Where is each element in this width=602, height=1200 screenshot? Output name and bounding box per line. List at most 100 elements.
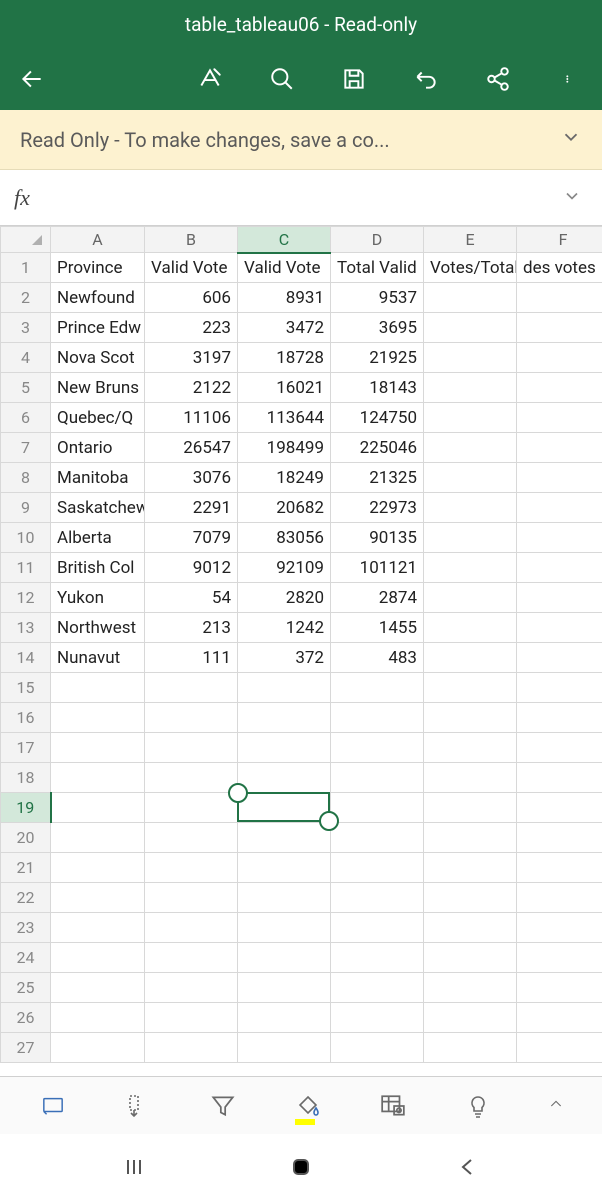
cell-A6[interactable]: Quebec/Q xyxy=(51,403,145,433)
cell-D20[interactable] xyxy=(331,823,424,853)
cell-C14[interactable]: 372 xyxy=(238,643,331,673)
cell-D23[interactable] xyxy=(331,913,424,943)
cell-F16[interactable] xyxy=(517,703,602,733)
cell-C18[interactable] xyxy=(238,763,331,793)
cell-B15[interactable] xyxy=(145,673,238,703)
cell-A16[interactable] xyxy=(51,703,145,733)
row-header-20[interactable]: 20 xyxy=(1,823,51,853)
cell-D16[interactable] xyxy=(331,703,424,733)
cell-A3[interactable]: Prince Edw xyxy=(51,313,145,343)
cell-F24[interactable] xyxy=(517,943,602,973)
spreadsheet[interactable]: ABCDEF1ProvinceValid VoteValid VoteTotal… xyxy=(0,226,602,1076)
cell-E9[interactable] xyxy=(424,493,517,523)
row-header-22[interactable]: 22 xyxy=(1,883,51,913)
row-header-15[interactable]: 15 xyxy=(1,673,51,703)
cell-C7[interactable]: 198499 xyxy=(238,433,331,463)
cell-A13[interactable]: Northwest xyxy=(51,613,145,643)
insert-button[interactable] xyxy=(123,1091,153,1121)
cell-C13[interactable]: 1242 xyxy=(238,613,331,643)
cell-F6[interactable] xyxy=(517,403,602,433)
cell-D8[interactable]: 21325 xyxy=(331,463,424,493)
table-button[interactable] xyxy=(378,1091,408,1121)
cell-B14[interactable]: 111 xyxy=(145,643,238,673)
cell-F1[interactable]: des votes xyxy=(517,253,602,283)
cell-C5[interactable]: 16021 xyxy=(238,373,331,403)
cell-A23[interactable] xyxy=(51,913,145,943)
share-button[interactable] xyxy=(484,65,512,93)
cell-B18[interactable] xyxy=(145,763,238,793)
cell-D2[interactable]: 9537 xyxy=(331,283,424,313)
cell-E17[interactable] xyxy=(424,733,517,763)
row-header-12[interactable]: 12 xyxy=(1,583,51,613)
cell-B24[interactable] xyxy=(145,943,238,973)
filter-button[interactable] xyxy=(208,1091,238,1121)
cell-E16[interactable] xyxy=(424,703,517,733)
column-header-F[interactable]: F xyxy=(517,227,602,253)
cell-B2[interactable]: 606 xyxy=(145,283,238,313)
cell-E10[interactable] xyxy=(424,523,517,553)
select-all-corner[interactable] xyxy=(1,227,51,253)
cell-B10[interactable]: 7079 xyxy=(145,523,238,553)
cell-E12[interactable] xyxy=(424,583,517,613)
cell-C20[interactable] xyxy=(238,823,331,853)
cell-D26[interactable] xyxy=(331,1003,424,1033)
cell-B5[interactable]: 2122 xyxy=(145,373,238,403)
row-header-24[interactable]: 24 xyxy=(1,943,51,973)
cell-A22[interactable] xyxy=(51,883,145,913)
row-header-10[interactable]: 10 xyxy=(1,523,51,553)
cell-D4[interactable]: 21925 xyxy=(331,343,424,373)
selection-handle-bottom[interactable] xyxy=(319,811,339,831)
cell-A11[interactable]: British Col xyxy=(51,553,145,583)
cell-D15[interactable] xyxy=(331,673,424,703)
cell-B8[interactable]: 3076 xyxy=(145,463,238,493)
cell-A8[interactable]: Manitoba xyxy=(51,463,145,493)
row-header-2[interactable]: 2 xyxy=(1,283,51,313)
cell-C15[interactable] xyxy=(238,673,331,703)
cell-F5[interactable] xyxy=(517,373,602,403)
cell-A20[interactable] xyxy=(51,823,145,853)
row-header-27[interactable]: 27 xyxy=(1,1033,51,1063)
cell-C22[interactable] xyxy=(238,883,331,913)
cell-D17[interactable] xyxy=(331,733,424,763)
cell-F22[interactable] xyxy=(517,883,602,913)
cell-F20[interactable] xyxy=(517,823,602,853)
cell-C26[interactable] xyxy=(238,1003,331,1033)
cell-F2[interactable] xyxy=(517,283,602,313)
row-header-23[interactable]: 23 xyxy=(1,913,51,943)
cell-E13[interactable] xyxy=(424,613,517,643)
cell-A14[interactable]: Nunavut xyxy=(51,643,145,673)
cell-F23[interactable] xyxy=(517,913,602,943)
cell-F12[interactable] xyxy=(517,583,602,613)
cell-D5[interactable]: 18143 xyxy=(331,373,424,403)
cell-D11[interactable]: 101121 xyxy=(331,553,424,583)
cell-B25[interactable] xyxy=(145,973,238,1003)
cell-C21[interactable] xyxy=(238,853,331,883)
row-header-18[interactable]: 18 xyxy=(1,763,51,793)
expand-formula-icon[interactable] xyxy=(556,186,588,210)
cell-E20[interactable] xyxy=(424,823,517,853)
row-header-17[interactable]: 17 xyxy=(1,733,51,763)
cell-E8[interactable] xyxy=(424,463,517,493)
cell-E19[interactable] xyxy=(424,793,517,823)
row-header-8[interactable]: 8 xyxy=(1,463,51,493)
row-header-26[interactable]: 26 xyxy=(1,1003,51,1033)
cell-D19[interactable] xyxy=(331,793,424,823)
cell-D7[interactable]: 225046 xyxy=(331,433,424,463)
row-header-14[interactable]: 14 xyxy=(1,643,51,673)
cell-C24[interactable] xyxy=(238,943,331,973)
cell-F4[interactable] xyxy=(517,343,602,373)
cell-C1[interactable]: Valid Vote xyxy=(238,253,331,283)
cell-A24[interactable] xyxy=(51,943,145,973)
cell-A1[interactable]: Province xyxy=(51,253,145,283)
cell-A4[interactable]: Nova Scot xyxy=(51,343,145,373)
row-header-4[interactable]: 4 xyxy=(1,343,51,373)
cell-B7[interactable]: 26547 xyxy=(145,433,238,463)
row-header-3[interactable]: 3 xyxy=(1,313,51,343)
cell-A9[interactable]: Saskatchew xyxy=(51,493,145,523)
format-button[interactable] xyxy=(196,65,224,93)
cell-A10[interactable]: Alberta xyxy=(51,523,145,553)
cell-B22[interactable] xyxy=(145,883,238,913)
cell-E7[interactable] xyxy=(424,433,517,463)
back-nav-button[interactable] xyxy=(454,1153,482,1181)
cell-A27[interactable] xyxy=(51,1033,145,1063)
